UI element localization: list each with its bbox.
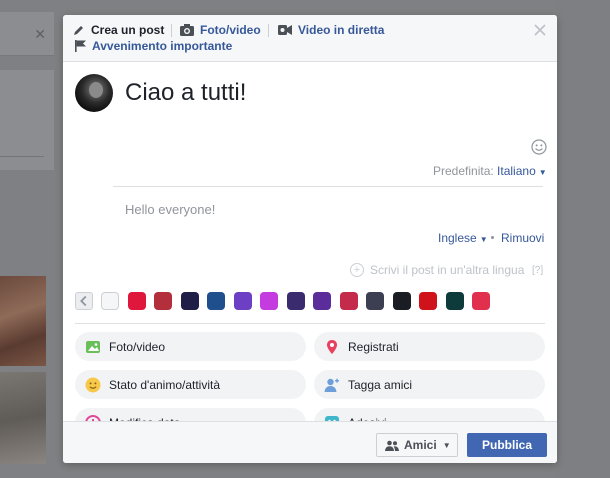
check-in-button[interactable]: Registrati	[314, 332, 545, 361]
flag-icon	[75, 40, 86, 52]
photo-video-button[interactable]: Foto/video	[75, 332, 306, 361]
tag-friends-button[interactable]: Tagga amici	[314, 370, 545, 399]
photo-video-label: Foto/video	[109, 339, 166, 354]
default-language-selector[interactable]: Predefinita: Italiano ▼	[433, 164, 547, 178]
create-post-dialog: Crea un post Foto/video Video in diretta…	[63, 15, 557, 463]
divider	[113, 186, 543, 187]
tab-live-video-label: Video in diretta	[298, 23, 385, 37]
background-swatch[interactable]	[260, 292, 278, 310]
background-swatch[interactable]	[101, 292, 119, 310]
background-card	[0, 70, 54, 170]
smiley-icon	[85, 377, 101, 392]
write-other-language-label: Scrivi il post in un'altra lingua	[370, 263, 525, 277]
tab-separator	[171, 24, 172, 37]
background-swatch[interactable]	[392, 292, 411, 310]
translation-language-selector[interactable]: Inglese ▼	[438, 231, 488, 245]
audience-selector-button[interactable]: Amici ▼	[376, 433, 458, 457]
divider	[75, 323, 545, 324]
background-swatch[interactable]	[154, 292, 172, 310]
tab-live-video[interactable]: Video in diretta	[278, 23, 384, 37]
tab-separator	[268, 24, 269, 37]
tab-life-event[interactable]: Avvenimento importante	[75, 39, 232, 53]
publish-button[interactable]: Pubblica	[467, 433, 547, 457]
caret-down-icon: ▼	[538, 168, 547, 177]
separator-dot	[491, 236, 494, 239]
friends-icon	[385, 440, 399, 451]
tab-photo-video[interactable]: Foto/video	[180, 23, 261, 37]
background-photo	[0, 372, 46, 464]
close-icon[interactable]	[532, 22, 548, 38]
background-swatch[interactable]	[445, 292, 464, 310]
tab-create-post-label: Crea un post	[91, 23, 165, 37]
video-camera-icon	[278, 25, 292, 35]
default-language-value: Italiano	[497, 164, 536, 178]
plus-circle-icon: +	[350, 263, 364, 277]
photo-icon	[86, 340, 100, 353]
location-pin-icon	[327, 339, 337, 354]
post-text-input[interactable]: Ciao a tutti!	[125, 79, 246, 107]
tab-photo-video-label: Foto/video	[200, 23, 261, 37]
audience-label: Amici	[404, 438, 437, 452]
tab-create-post[interactable]: Crea un post	[73, 23, 164, 37]
avatar	[75, 74, 113, 112]
caret-down-icon: ▼	[442, 440, 451, 450]
emoji-icon[interactable]	[531, 139, 547, 155]
background-swatch[interactable]	[419, 292, 437, 310]
translation-language-value: Inglese	[438, 231, 477, 245]
pencil-icon	[74, 26, 83, 35]
camera-icon	[180, 24, 194, 36]
background-swatch[interactable]	[127, 292, 146, 310]
background-right-area	[556, 0, 610, 478]
background-swatch[interactable]	[207, 292, 225, 310]
background-swatch[interactable]	[180, 292, 199, 310]
background-swatch[interactable]	[339, 292, 358, 310]
background-picker	[75, 292, 545, 312]
tag-friends-label: Tagga amici	[348, 377, 413, 392]
default-language-label: Predefinita:	[433, 164, 494, 178]
tab-life-event-label: Avvenimento importante	[92, 39, 233, 53]
remove-translation-link[interactable]: Rimuovi	[501, 231, 544, 245]
background-swatch[interactable]	[472, 292, 490, 310]
feeling-activity-label: Stato d'animo/attività	[109, 377, 221, 392]
feeling-activity-button[interactable]: Stato d'animo/attività	[75, 370, 306, 399]
composer-header: Crea un post Foto/video Video in diretta…	[63, 15, 557, 62]
write-other-language-link[interactable]: + Scrivi il post in un'altra lingua	[350, 263, 524, 277]
translation-input[interactable]: Hello everyone!	[125, 202, 215, 217]
caret-down-icon: ▼	[479, 235, 488, 244]
composer-footer: Amici ▼ Pubblica	[63, 421, 557, 463]
background-swatch[interactable]	[233, 292, 252, 310]
help-link[interactable]: [?]	[532, 265, 543, 276]
background-swatch[interactable]	[286, 292, 305, 310]
background-divider	[0, 156, 44, 157]
check-in-label: Registrati	[348, 339, 399, 354]
chevron-left-icon[interactable]	[75, 292, 93, 310]
background-close-icon: ✕	[34, 26, 46, 42]
background-photo	[0, 276, 46, 366]
tag-person-icon	[324, 378, 339, 392]
background-card: ✕	[0, 12, 54, 56]
background-swatch[interactable]	[366, 292, 384, 310]
background-swatch[interactable]	[313, 292, 331, 310]
